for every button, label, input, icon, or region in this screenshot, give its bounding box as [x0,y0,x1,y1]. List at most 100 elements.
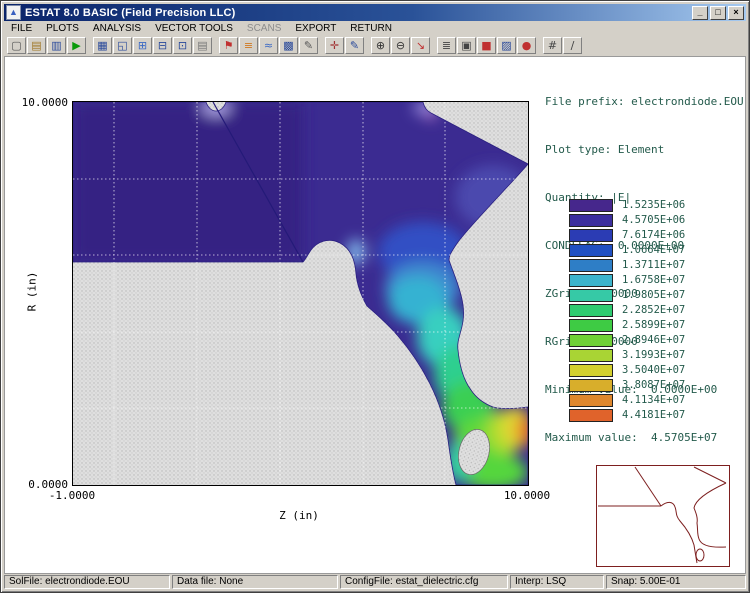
legend-swatch [569,409,613,422]
legend-value: 7.6174E+06 [622,229,685,241]
legend-row: 2.2852E+07 [569,304,685,316]
legend-value: 3.8087E+07 [622,379,685,391]
info-line-plot-type: Plot type: Element [545,142,747,158]
new-plot-icon: ▢ [8,38,25,53]
legend-row: 3.8087E+07 [569,379,685,391]
menu-return[interactable]: RETURN [343,23,399,34]
toolbar: ▢ ▤ ▥ ▶ ▦ ◱ ⊞ ⊟ ⊡ ▤ ⚑ ≡ ≈ ▩ ✎ ✛ ✎ ⊕ ⊖ ↘ … [4,35,746,55]
status-solfile: SolFile: electrondiode.EOU [4,575,170,589]
y-axis-title: R (in) [26,267,39,317]
field-plot-canvas [73,102,528,485]
toolbar-button-print[interactable]: ≣ [437,37,456,54]
toolbar-button-fine-grid[interactable]: ⊟ [153,37,172,54]
legend-value: 2.8946E+07 [622,334,685,346]
legend-swatch [569,274,613,287]
menu-vector-tools[interactable]: VECTOR TOOLS [148,23,240,34]
legend-row: 3.5040E+07 [569,364,685,376]
legend-row: 3.1993E+07 [569,349,685,361]
info-line-file-prefix: File prefix: electrondiode.EOU [545,94,747,110]
toolbar-button-region-view[interactable]: ◱ [113,37,132,54]
status-interp: Interp: LSQ [510,575,604,589]
toolbar-button-zoom-out[interactable]: ⊖ [391,37,410,54]
toolbar-button-probe[interactable]: ✛ [325,37,344,54]
stop-icon: ■ [478,38,495,53]
toolbar-button-filled-plot[interactable]: ▩ [279,37,298,54]
toolbar-button-dot-grid[interactable]: ⊡ [173,37,192,54]
x-axis-title: Z (in) [249,509,349,522]
y-axis-max-label: 10.0000 [8,96,68,109]
toolbar-button-edit[interactable]: ✎ [299,37,318,54]
menu-plots[interactable]: PLOTS [39,23,86,34]
legend-value: 4.5705E+06 [622,214,685,226]
legend-swatch [569,229,613,242]
legend-swatch [569,394,613,407]
window-title: ESTAT 8.0 BASIC (Field Precision LLC) [25,7,690,19]
info-line-maximum: Maximum value: 4.5705E+07 [545,430,747,446]
filled-plot-icon: ▩ [280,38,297,53]
toolbar-button-stop[interactable]: ■ [477,37,496,54]
toolbar-button-hash-grid[interactable]: # [543,37,562,54]
legend-value: 4.4181E+07 [622,409,685,421]
close-button[interactable]: × [728,6,744,20]
palette-icon: ▨ [498,38,515,53]
region-view-icon: ◱ [114,38,131,53]
legend-row: 4.4181E+07 [569,409,685,421]
legend-value: 1.0664E+07 [622,244,685,256]
toolbar-button-flag[interactable]: ⚑ [219,37,238,54]
legend-swatch [569,199,613,212]
toolbar-button-grid-view[interactable]: ⊞ [133,37,152,54]
annotate-icon: ✎ [346,38,363,53]
edit-icon: ✎ [300,38,317,53]
hash-grid-icon: # [544,38,561,53]
status-snap: Snap: 5.00E-01 [606,575,746,589]
toolbar-button-run[interactable]: ▶ [67,37,86,54]
x-axis-min-label: -1.0000 [42,489,102,502]
menu-export[interactable]: EXPORT [288,23,343,34]
legend-row: 4.5705E+06 [569,214,685,226]
geometry-thumbnail[interactable] [596,465,730,567]
legend-swatch [569,304,613,317]
toolbar-button-pan[interactable]: ↘ [411,37,430,54]
legend-swatch [569,349,613,362]
toolbar-button-annotate[interactable]: ✎ [345,37,364,54]
field-plot[interactable] [72,101,529,486]
legend-value: 3.1993E+07 [622,349,685,361]
contour-bands-icon: ≡ [240,38,257,53]
record-icon: ● [518,38,535,53]
menu-analysis[interactable]: ANALYSIS [86,23,148,34]
print-icon: ≣ [438,38,455,53]
toolbar-button-log-view[interactable]: ▤ [193,37,212,54]
flag-icon: ⚑ [220,38,237,53]
legend-swatch [569,364,613,377]
toolbar-button-mesh-view[interactable]: ▦ [93,37,112,54]
legend-swatch [569,244,613,257]
toolbar-button-zoom-in[interactable]: ⊕ [371,37,390,54]
toolbar-button-wave-plot[interactable]: ≈ [259,37,278,54]
client-area: 10.0000 0.0000 R (in) -1.0000 10.0000 Z … [4,56,746,574]
zoom-in-icon: ⊕ [372,38,389,53]
toolbar-button-copy[interactable]: ▣ [457,37,476,54]
menu-file[interactable]: FILE [4,23,39,34]
legend-value: 1.6758E+07 [622,274,685,286]
legend-row: 4.1134E+07 [569,394,685,406]
toolbar-button-record[interactable]: ● [517,37,536,54]
app-icon: ▲ [6,5,21,20]
maximize-button[interactable]: □ [710,6,726,20]
minimize-button[interactable]: _ [692,6,708,20]
legend-value: 1.3711E+07 [622,259,685,271]
toolbar-button-contour-bands[interactable]: ≡ [239,37,258,54]
toolbar-button-open-file[interactable]: ▤ [27,37,46,54]
copy-icon: ▣ [458,38,475,53]
legend-swatch [569,319,613,332]
run-icon: ▶ [68,38,85,53]
toolbar-button-new-plot[interactable]: ▢ [7,37,26,54]
title-bar[interactable]: ▲ ESTAT 8.0 BASIC (Field Precision LLC) … [4,4,746,21]
legend-value: 2.5899E+07 [622,319,685,331]
status-bar: SolFile: electrondiode.EOU Data file: No… [4,575,746,589]
toolbar-button-save-plot[interactable]: ▥ [47,37,66,54]
toolbar-button-palette[interactable]: ▨ [497,37,516,54]
menu-bar: FILE PLOTS ANALYSIS VECTOR TOOLS SCANS E… [4,22,746,35]
legend-swatch [569,289,613,302]
toolbar-button-line-tool[interactable]: ∕ [563,37,582,54]
legend-row: 1.3711E+07 [569,259,685,271]
